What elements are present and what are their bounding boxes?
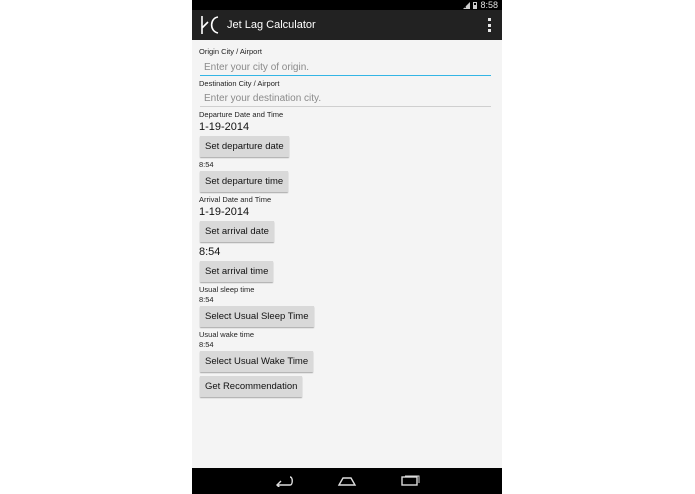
overflow-menu-icon[interactable] <box>488 18 492 32</box>
device-screen: 8:58 Jet Lag Calculator Origin City / Ai… <box>192 0 502 494</box>
departure-date-value: 1-19-2014 <box>199 121 250 133</box>
select-wake-time-button[interactable]: Select Usual Wake Time <box>200 351 314 372</box>
set-arrival-date-button[interactable]: Set arrival date <box>200 221 274 242</box>
wake-label: Usual wake time <box>199 330 255 339</box>
form-content: Origin City / Airport Destination City /… <box>192 40 502 468</box>
arrival-label: Arrival Date and Time <box>199 195 272 204</box>
destination-input[interactable] <box>200 91 491 107</box>
origin-label: Origin City / Airport <box>199 47 262 56</box>
get-recommendation-button[interactable]: Get Recommendation <box>200 376 303 397</box>
status-icons: 8:58 <box>463 0 498 10</box>
set-departure-time-button[interactable]: Set departure time <box>200 171 289 192</box>
arrival-date-value: 1-19-2014 <box>199 206 250 218</box>
app-logo-icon <box>201 16 219 34</box>
app-title: Jet Lag Calculator <box>227 19 316 31</box>
destination-label: Destination City / Airport <box>199 79 280 88</box>
wake-time-value: 8:54 <box>199 340 214 349</box>
back-icon[interactable] <box>272 473 296 489</box>
select-sleep-time-button[interactable]: Select Usual Sleep Time <box>200 306 314 327</box>
status-time: 8:58 <box>480 0 498 10</box>
navigation-bar <box>192 468 502 494</box>
status-bar: 8:58 <box>192 0 502 10</box>
home-icon[interactable] <box>335 473 359 489</box>
sleep-time-value: 8:54 <box>199 295 214 304</box>
signal-icon <box>463 1 471 9</box>
arrival-time-value: 8:54 <box>199 246 221 258</box>
sleep-label: Usual sleep time <box>199 285 255 294</box>
action-bar: Jet Lag Calculator <box>192 10 502 40</box>
recents-icon[interactable] <box>398 473 422 489</box>
departure-label: Departure Date and Time <box>199 110 284 119</box>
origin-input[interactable] <box>200 60 491 76</box>
set-departure-date-button[interactable]: Set departure date <box>200 136 289 157</box>
departure-time-value: 8:54 <box>199 160 214 169</box>
battery-icon <box>473 1 478 9</box>
set-arrival-time-button[interactable]: Set arrival time <box>200 261 274 282</box>
